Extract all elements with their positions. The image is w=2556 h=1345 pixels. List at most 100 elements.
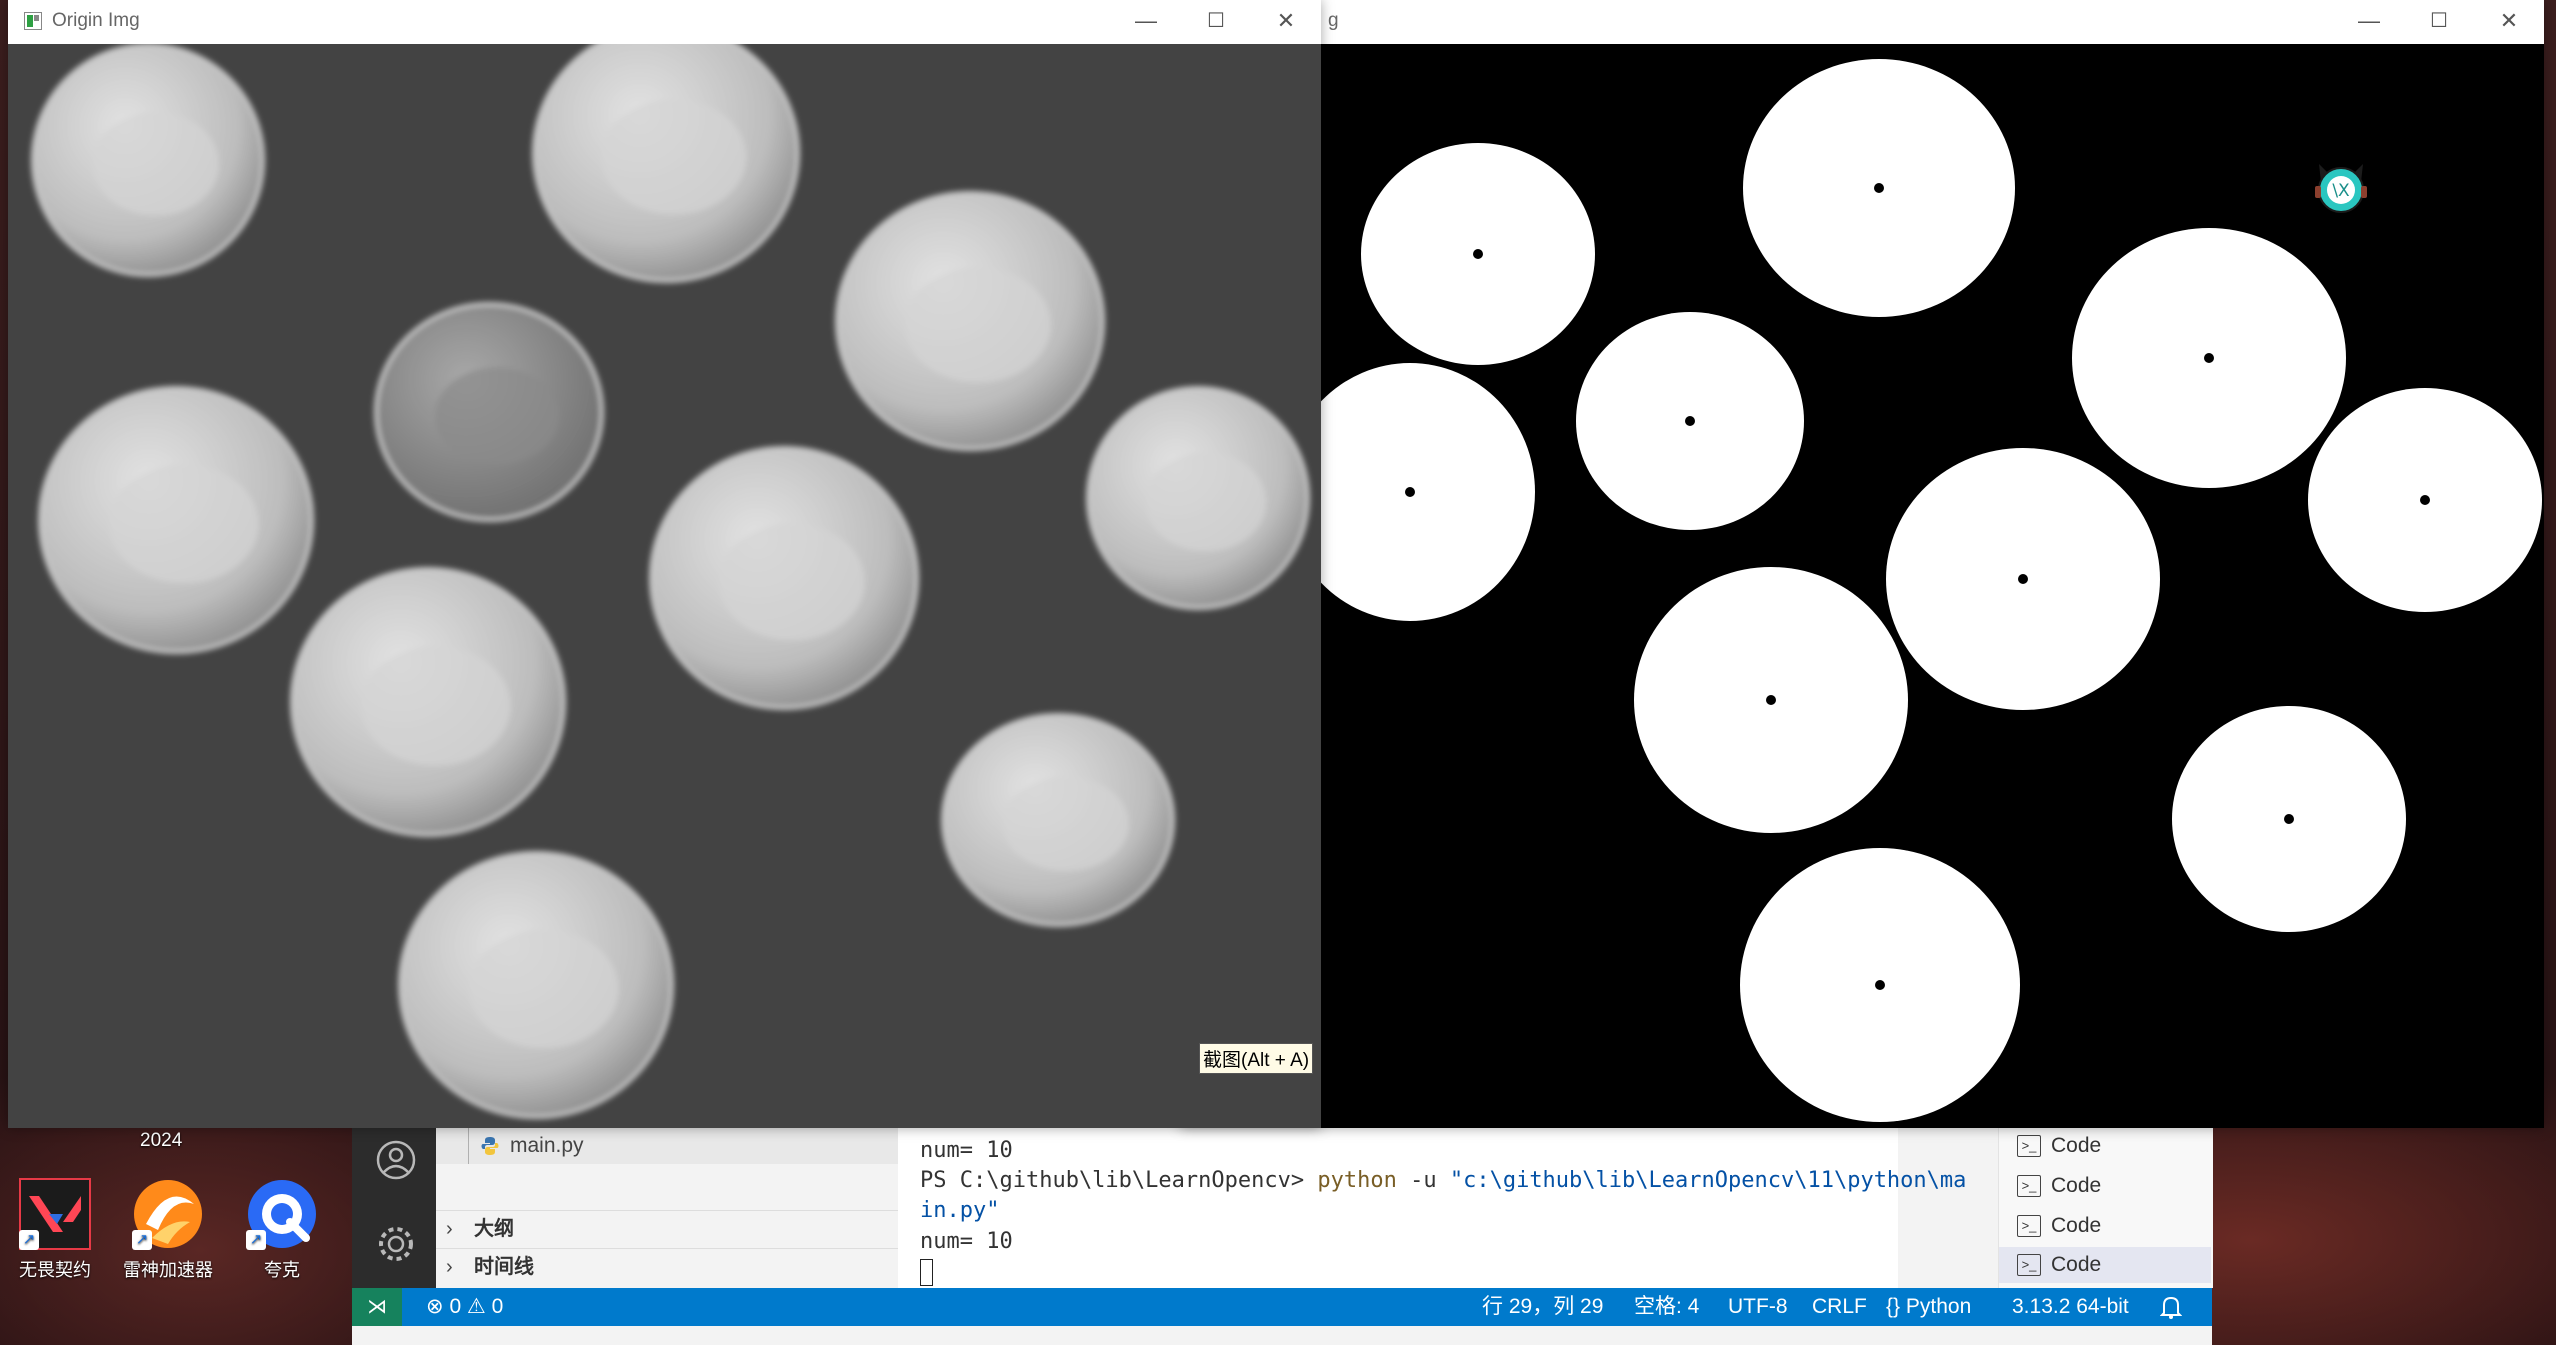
vscode-window: main.py › 大纲 › 时间线 num= 10 PS C:\github\… xyxy=(352,1128,2213,1345)
title-bar[interactable]: Origin Img — ☐ ✕ xyxy=(8,0,1321,42)
python-file-icon xyxy=(480,1136,500,1156)
desktop-icon-label: 夸克 xyxy=(264,1260,300,1280)
warning-count: 0 xyxy=(491,1295,504,1318)
timeline-section[interactable]: › 时间线 xyxy=(436,1248,898,1285)
maximize-button[interactable]: ☐ xyxy=(1181,0,1251,42)
status-bar: ⋊ ⊗ 0 ⚠ 0 行 29，列 29 空格: 4 UTF-8 CRLF {} … xyxy=(352,1288,2212,1326)
gear-icon[interactable] xyxy=(374,1222,418,1266)
terminal-list: >_ Code >_ Code >_ Code >_ Code xyxy=(1998,1128,2213,1288)
terminal-line: num= 10 xyxy=(920,1138,1013,1163)
file-name: main.py xyxy=(510,1134,584,1157)
app-mascot-icon[interactable]: \X xyxy=(2309,152,2373,216)
coin-center-dot xyxy=(1405,487,1415,497)
indentation[interactable]: 空格: 4 xyxy=(1634,1288,1699,1326)
terminal-prompt: PS C:\github\lib\LearnOpencv> xyxy=(920,1168,1318,1193)
desktop-year-label: 2024 xyxy=(140,1130,183,1151)
coin-center-dot xyxy=(2204,353,2214,363)
terminal-tab[interactable]: >_ Code xyxy=(2017,1168,2207,1204)
coin xyxy=(649,446,919,710)
coin xyxy=(398,851,674,1119)
shortcut-arrow-icon: ↗ xyxy=(246,1230,266,1250)
bell-icon[interactable] xyxy=(2159,1288,2190,1326)
terminal-icon: >_ xyxy=(2017,1135,2041,1158)
outline-label: 大纲 xyxy=(474,1218,514,1240)
quark-browser-icon: ↗ xyxy=(246,1178,318,1250)
terminal-tab-active[interactable]: >_ Code xyxy=(1999,1247,2211,1283)
error-icon: ⊗ xyxy=(426,1295,444,1318)
shortcut-arrow-icon: ↗ xyxy=(19,1230,39,1250)
coin xyxy=(290,567,566,837)
coin-center-dot xyxy=(2420,495,2430,505)
terminal-tab-label: Code xyxy=(2051,1253,2102,1276)
coin-center-dot xyxy=(1766,695,1776,705)
remote-button[interactable]: ⋊ xyxy=(352,1288,402,1326)
line-ending[interactable]: CRLF xyxy=(1812,1288,1867,1326)
coin xyxy=(31,44,265,277)
coin-center-dot xyxy=(2284,814,2294,824)
terminal-panel[interactable]: num= 10 PS C:\github\lib\LearnOpencv> py… xyxy=(898,1128,1966,1288)
terminal-cursor xyxy=(920,1259,933,1286)
terminal-path-arg: "c:\github\lib\LearnOpencv\11\python\ma xyxy=(1449,1168,1967,1193)
terminal-line: in.py" xyxy=(920,1198,1000,1223)
cursor-position[interactable]: 行 29，列 29 xyxy=(1482,1288,1603,1326)
warning-icon: ⚠ xyxy=(466,1295,486,1318)
coin xyxy=(38,386,314,654)
desktop-icon-label: 雷神加速器 xyxy=(123,1260,213,1280)
minimize-button[interactable]: — xyxy=(2334,0,2404,42)
screenshot-tooltip: 截图(Alt + A) xyxy=(1199,1043,1314,1074)
terminal-icon: >_ xyxy=(2017,1175,2041,1198)
coin xyxy=(941,713,1175,927)
origin-image-window: Origin Img — ☐ ✕ 截图(Alt + A) xyxy=(8,0,1321,1128)
terminal-tab-label: Code xyxy=(2051,1174,2102,1197)
terminal-prompt-line: PS C:\github\lib\LearnOpencv> python -u … xyxy=(920,1168,1966,1193)
coin xyxy=(1086,386,1310,610)
language-label: Python xyxy=(1905,1295,1972,1318)
coin xyxy=(835,191,1105,451)
window-title: Origin Img xyxy=(52,10,140,31)
outline-section[interactable]: › 大纲 xyxy=(436,1210,898,1247)
window-title: g xyxy=(1328,10,1339,31)
explorer-file-item[interactable]: main.py xyxy=(436,1128,898,1164)
close-button[interactable]: ✕ xyxy=(1251,0,1321,42)
desktop-icon-quark[interactable]: ↗ 夸克 xyxy=(227,1178,337,1282)
maximize-button[interactable]: ☐ xyxy=(2404,0,2474,42)
title-bar[interactable]: g — ☐ ✕ xyxy=(1180,0,2544,42)
terminal-command: python xyxy=(1317,1168,1397,1193)
close-button[interactable]: ✕ xyxy=(2474,0,2544,42)
terminal-tab[interactable]: >_ Code xyxy=(2017,1208,2207,1244)
valorant-icon: ↗ xyxy=(19,1178,91,1250)
desktop-icon-valorant[interactable]: ↗ 无畏契约 xyxy=(0,1178,110,1282)
minimize-button[interactable]: — xyxy=(1111,0,1181,42)
python-interpreter[interactable]: 3.13.2 64-bit xyxy=(2012,1288,2129,1326)
terminal-line: num= 10 xyxy=(920,1229,1013,1254)
coin-center-dot xyxy=(1473,249,1483,259)
language-mode[interactable]: {} Python xyxy=(1886,1288,1971,1326)
coins-image-svg xyxy=(31,44,1310,1119)
app-icon xyxy=(24,12,42,30)
problems-button[interactable]: ⊗ 0 ⚠ 0 xyxy=(426,1288,503,1326)
result-image-window: g — ☐ ✕ \X xyxy=(1180,0,2544,1128)
thunder-accelerator-icon: ↗ xyxy=(132,1178,204,1250)
timeline-label: 时间线 xyxy=(474,1256,534,1278)
indent-guide xyxy=(468,1128,469,1164)
desktop-icon-thunder-accelerator[interactable]: ↗ 雷神加速器 xyxy=(113,1178,223,1282)
activity-bar xyxy=(352,1128,436,1288)
terminal-tab[interactable]: >_ Code xyxy=(2017,1128,2207,1164)
coin-center-dot xyxy=(1685,416,1695,426)
terminal-tab-label: Code xyxy=(2051,1134,2102,1157)
terminal-args: -u xyxy=(1410,1168,1450,1193)
origin-image-canvas: 截图(Alt + A) xyxy=(8,44,1321,1128)
shortcut-arrow-icon: ↗ xyxy=(132,1230,152,1250)
svg-text:\X: \X xyxy=(2332,181,2350,201)
chevron-right-icon: › xyxy=(446,1218,453,1240)
terminal-icon: >_ xyxy=(2017,1254,2041,1277)
terminal-tab-label: Code xyxy=(2051,1214,2102,1237)
coin xyxy=(532,44,800,283)
encoding[interactable]: UTF-8 xyxy=(1728,1288,1788,1326)
explorer-panel: main.py › 大纲 › 时间线 xyxy=(436,1128,899,1288)
binary-mask-canvas: \X xyxy=(1180,44,2544,1128)
account-icon[interactable] xyxy=(374,1138,418,1182)
coin xyxy=(374,302,604,522)
coin-center-dot xyxy=(2018,574,2028,584)
terminal-icon: >_ xyxy=(2017,1215,2041,1238)
